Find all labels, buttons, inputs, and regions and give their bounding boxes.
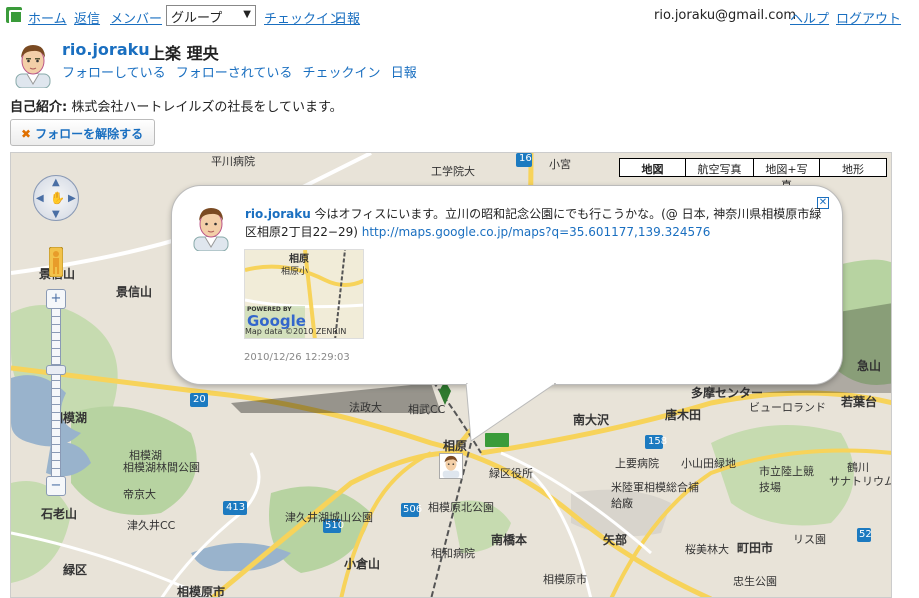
map-label: サナトリウム — [829, 475, 892, 488]
profile-diary-link[interactable]: 日報 — [391, 66, 417, 81]
following-link[interactable]: フォローしている — [62, 66, 166, 81]
profile-checkin-link[interactable]: チェックイン — [303, 66, 381, 81]
map-type-control: 地図 航空写真 地図+写真 地形 — [619, 158, 887, 192]
hand-icon: ✋ — [50, 191, 65, 205]
map-label: 相模原北公園 — [428, 501, 494, 514]
user-email: rio.joraku@gmail.com — [654, 8, 797, 23]
thumb-copyright: Map data ©2010 ZENRIN — [245, 327, 347, 336]
map-label: 帝京大 — [123, 488, 156, 501]
map-label: 上要病院 — [615, 457, 659, 470]
nav-diary-link[interactable]: 日報 — [334, 8, 360, 27]
route-number: 52 — [859, 529, 872, 540]
followers-link[interactable]: フォローされている — [176, 66, 293, 81]
map-label: 南橋本 — [491, 533, 528, 547]
map-label: 市立陸上競技場 — [759, 465, 814, 494]
map-label: 小宮 — [549, 158, 571, 171]
map-label: 平川病院 — [211, 155, 255, 168]
group-select[interactable]: グループ ▼ — [166, 5, 256, 26]
zoom-out-button[interactable]: − — [46, 476, 66, 496]
map-label: 相原 — [443, 439, 468, 453]
unfollow-button[interactable]: ✖ フォローを解除する — [10, 119, 155, 146]
checkin-avatar-marker[interactable] — [439, 453, 463, 479]
map-thumbnail[interactable]: 相原 相原小 POWERED BY Google Map data ©2010 … — [244, 249, 364, 339]
map-type-hybrid[interactable]: 地図+写真 — [754, 159, 820, 192]
route-number: 20 — [193, 394, 206, 405]
map-label: 忠生公園 — [733, 575, 777, 588]
pan-left-icon[interactable]: ◀ — [36, 193, 44, 204]
bio-label: 自己紹介: — [10, 100, 68, 115]
nav-checkin-link[interactable]: チェックイン — [264, 8, 342, 27]
map-label: ビューロランド — [749, 401, 826, 414]
map[interactable]: 16 20 413 510 506 158 52 平川病院 工学院大 小宮 景信… — [10, 152, 892, 598]
map-label: 津久井湖城山公園 — [285, 511, 373, 524]
nav-members-link[interactable]: メンバー — [110, 8, 162, 27]
chevron-down-icon: ▼ — [243, 9, 251, 20]
zoom-slider-track[interactable] — [51, 309, 61, 477]
pan-down-icon[interactable]: ▼ — [52, 209, 60, 220]
group-select-value: グループ — [171, 11, 223, 26]
profile-links: フォローしている フォローされている チェックイン 日報 — [62, 62, 423, 81]
map-label: 矢部 — [603, 533, 628, 547]
pan-up-icon[interactable]: ▲ — [52, 177, 60, 188]
pan-control[interactable]: ▲ ▼ ◀ ▶ ✋ — [33, 175, 79, 221]
route-number: 413 — [226, 502, 246, 513]
map-label: 唐木田 — [665, 408, 702, 422]
map-label: 若葉台 — [841, 395, 878, 409]
route-number: 506 — [403, 504, 423, 515]
close-icon: ✖ — [21, 127, 32, 141]
bio: 自己紹介: 株式会社ハートレイルズの社長をしています。 — [10, 96, 343, 115]
nav-reply-link[interactable]: 返信 — [74, 8, 100, 27]
map-type-satellite[interactable]: 航空写真 — [686, 159, 754, 176]
logout-link[interactable]: ログアウト — [836, 8, 901, 27]
app-logo-icon[interactable] — [6, 7, 23, 24]
map-label: 町田市 — [737, 541, 774, 555]
map-label: 桜美林大 — [685, 543, 729, 556]
info-window-tail — [466, 383, 556, 442]
map-label: 小倉山 — [344, 557, 381, 571]
map-label: 相和病院 — [431, 547, 475, 560]
map-label: 相模湖林間公園 — [123, 461, 200, 474]
map-label: 相模原市 — [177, 585, 226, 598]
map-type-map[interactable]: 地図 — [620, 159, 686, 176]
route-number: 158 — [648, 436, 668, 447]
zoom-in-button[interactable]: + — [46, 289, 66, 309]
profile-realname: 上楽 理央 — [149, 44, 219, 63]
map-type-terrain[interactable]: 地形 — [820, 159, 886, 176]
map-label: 石老山 — [41, 507, 78, 521]
top-nav: ホーム 返信 メンバー グループ ▼ チェックイン 日報 rio.joraku@… — [0, 0, 919, 32]
map-label: 小山田緑地 — [681, 457, 736, 470]
profile-username[interactable]: rio.joraku — [62, 40, 150, 59]
route-number: 16 — [519, 153, 532, 164]
map-label: 相模原市 — [543, 573, 587, 586]
map-label: 緑区 — [63, 563, 88, 577]
map-label: リス園 — [793, 533, 826, 546]
bio-text: 株式会社ハートレイルズの社長をしています。 — [67, 100, 343, 115]
zoom-slider-thumb[interactable] — [46, 365, 66, 375]
map-label: 米陸軍相模総合補給廠 — [611, 481, 699, 510]
thumb-label: 相原小 — [281, 267, 309, 277]
info-window-timestamp: 2010/12/26 12:29:03 — [244, 352, 350, 363]
street-view-pegman-icon[interactable] — [49, 247, 63, 277]
maps-link[interactable]: http://maps.google.co.jp/maps?q=35.60117… — [362, 225, 711, 239]
map-label: 工学院大 — [431, 165, 475, 178]
thumb-label: 相原 — [289, 254, 309, 265]
info-window-avatar — [193, 208, 229, 251]
nav-home-link[interactable]: ホーム — [28, 8, 67, 27]
info-window-message: rio.joraku 今はオフィスにいます。立川の昭和記念公園にでも行こうかな。… — [245, 205, 825, 241]
map-label: 急山 — [857, 359, 882, 373]
map-label: 津久井CC — [127, 519, 176, 532]
map-label: 南大沢 — [573, 413, 610, 427]
map-label: 法政大 — [349, 401, 382, 414]
map-label: 緑区役所 — [489, 467, 533, 480]
map-label: 景信山 — [116, 285, 153, 299]
help-link[interactable]: ヘルプ — [790, 8, 829, 27]
unfollow-label: フォローを解除する — [35, 127, 144, 141]
info-window-username[interactable]: rio.joraku — [245, 207, 311, 221]
pan-right-icon[interactable]: ▶ — [68, 193, 76, 204]
avatar — [15, 45, 51, 88]
